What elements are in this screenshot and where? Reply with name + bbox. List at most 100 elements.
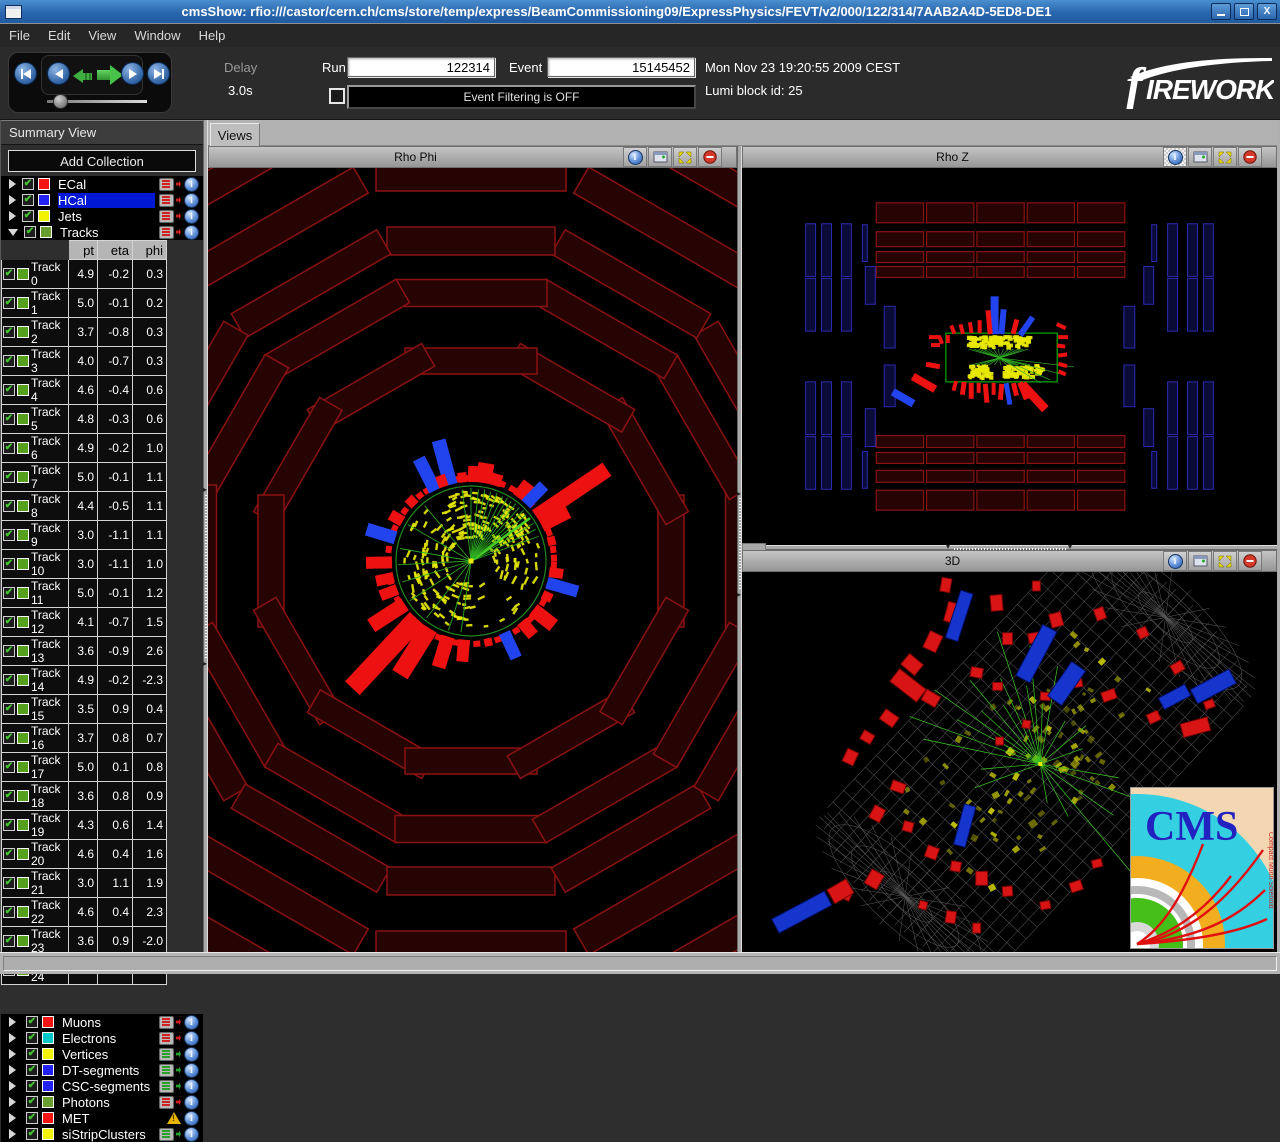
track-color-swatch[interactable] — [17, 674, 29, 686]
track-color-swatch[interactable] — [17, 906, 29, 918]
collection-label[interactable]: Muons — [62, 1015, 159, 1030]
filter-icon[interactable] — [159, 1032, 174, 1045]
collection-label[interactable]: Photons — [62, 1095, 159, 1110]
track-visibility-checkbox[interactable]: ✔ — [3, 442, 15, 454]
table-row[interactable]: ✔Track 133.6-0.92.6 — [2, 637, 167, 666]
visibility-checkbox[interactable]: ✔ — [26, 1096, 38, 1108]
table-row[interactable]: ✔Track 93.0-1.11.1 — [2, 521, 167, 550]
table-row[interactable]: ✔Track 64.9-0.21.0 — [2, 434, 167, 463]
view-info-button[interactable]: i — [1163, 147, 1187, 167]
collection-label[interactable]: ECal — [58, 177, 159, 192]
track-color-swatch[interactable] — [17, 587, 29, 599]
info-icon[interactable]: i — [184, 225, 199, 240]
track-visibility-checkbox[interactable]: ✔ — [3, 413, 15, 425]
table-row[interactable]: ✔Track 163.70.80.7 — [2, 724, 167, 753]
collection-label[interactable]: CSC-segments — [62, 1079, 159, 1094]
track-visibility-checkbox[interactable]: ✔ — [3, 761, 15, 773]
visibility-checkbox[interactable]: ✔ — [26, 1048, 38, 1060]
collection-row-electrons[interactable]: ✔Electronsi — [1, 1030, 203, 1046]
table-row[interactable]: ✔Track 34.0-0.70.3 — [2, 347, 167, 376]
view-close-button[interactable] — [1238, 147, 1262, 167]
collection-row-met[interactable]: ✔MET!i — [1, 1110, 203, 1126]
table-row[interactable]: ✔Track 04.9-0.20.3 — [2, 260, 167, 289]
info-icon[interactable]: i — [184, 193, 199, 208]
color-swatch[interactable] — [38, 194, 50, 206]
visibility-checkbox[interactable]: ✔ — [26, 1128, 38, 1140]
visibility-checkbox[interactable]: ✔ — [26, 1016, 38, 1028]
info-icon[interactable]: i — [184, 209, 199, 224]
color-swatch[interactable] — [42, 1096, 54, 1108]
view-undock-button[interactable] — [1188, 551, 1212, 571]
collection-row-ecal[interactable]: ✔ECali — [1, 176, 203, 192]
color-swatch[interactable] — [38, 210, 50, 222]
column-header-eta[interactable]: eta — [98, 241, 133, 260]
view-expand-button[interactable] — [1213, 551, 1237, 571]
table-row[interactable]: ✔Track 194.30.61.4 — [2, 811, 167, 840]
track-visibility-checkbox[interactable]: ✔ — [3, 790, 15, 802]
column-header-pt[interactable]: pt — [69, 241, 98, 260]
track-visibility-checkbox[interactable]: ✔ — [3, 326, 15, 338]
title-bar[interactable]: cmsShow: rfio:///castor/cern.ch/cms/stor… — [0, 0, 1280, 23]
track-visibility-checkbox[interactable]: ✔ — [3, 471, 15, 483]
table-row[interactable]: ✔Track 15.0-0.10.2 — [2, 289, 167, 318]
collection-label[interactable]: HCal — [58, 193, 155, 208]
track-visibility-checkbox[interactable]: ✔ — [3, 703, 15, 715]
color-swatch[interactable] — [42, 1112, 54, 1124]
visibility-checkbox[interactable]: ✔ — [22, 194, 34, 206]
track-visibility-checkbox[interactable]: ✔ — [3, 674, 15, 686]
visibility-checkbox[interactable]: ✔ — [22, 210, 34, 222]
collection-label[interactable]: Tracks — [60, 225, 159, 240]
collection-row-tracks[interactable]: ✔Tracksi — [1, 224, 203, 240]
menu-window[interactable]: Window — [125, 28, 189, 43]
expand-arrow-icon[interactable] — [9, 195, 16, 205]
info-icon[interactable]: i — [184, 1031, 199, 1046]
table-row[interactable]: ✔Track 23.7-0.80.3 — [2, 318, 167, 347]
step-back-arrow-icon[interactable] — [73, 69, 92, 83]
collection-row-photons[interactable]: ✔Photonsi — [1, 1094, 203, 1110]
menu-view[interactable]: View — [79, 28, 125, 43]
color-swatch[interactable] — [42, 1080, 54, 1092]
track-color-swatch[interactable] — [17, 442, 29, 454]
collection-row-hcal[interactable]: ✔ HCal i — [1, 192, 203, 208]
collection-label[interactable]: Electrons — [62, 1031, 159, 1046]
expand-arrow-icon[interactable] — [9, 1081, 16, 1091]
track-color-swatch[interactable] — [17, 877, 29, 889]
track-color-swatch[interactable] — [17, 645, 29, 657]
track-color-swatch[interactable] — [17, 471, 29, 483]
track-visibility-checkbox[interactable]: ✔ — [3, 268, 15, 280]
collection-row-muons[interactable]: ✔Muonsi — [1, 1014, 203, 1030]
color-swatch[interactable] — [40, 226, 52, 238]
add-collection-button[interactable]: Add Collection — [8, 150, 196, 172]
event-filter-checkbox[interactable] — [329, 88, 345, 104]
track-visibility-checkbox[interactable]: ✔ — [3, 732, 15, 744]
track-visibility-checkbox[interactable]: ✔ — [3, 297, 15, 309]
filter-icon[interactable] — [159, 194, 174, 207]
maximize-button[interactable] — [1234, 3, 1254, 20]
info-icon[interactable]: i — [184, 1047, 199, 1062]
track-visibility-checkbox[interactable]: ✔ — [3, 355, 15, 367]
color-swatch[interactable] — [42, 1016, 54, 1028]
collection-row-vertices[interactable]: ✔Verticesi — [1, 1046, 203, 1062]
close-button[interactable]: X — [1257, 3, 1277, 20]
menu-file[interactable]: File — [0, 28, 39, 43]
info-icon[interactable]: i — [184, 1127, 199, 1142]
track-visibility-checkbox[interactable]: ✔ — [3, 877, 15, 889]
info-icon[interactable]: i — [184, 1063, 199, 1078]
track-color-swatch[interactable] — [17, 761, 29, 773]
track-visibility-checkbox[interactable]: ✔ — [3, 500, 15, 512]
track-visibility-checkbox[interactable]: ✔ — [3, 935, 15, 947]
filter-icon[interactable] — [159, 226, 174, 239]
track-color-swatch[interactable] — [17, 268, 29, 280]
collection-row-dt-segments[interactable]: ✔DT-segmentsi — [1, 1062, 203, 1078]
track-color-swatch[interactable] — [17, 413, 29, 425]
view-info-button[interactable]: i — [1163, 551, 1187, 571]
view-undock-button[interactable] — [648, 147, 672, 167]
expand-arrow-icon[interactable] — [9, 1065, 16, 1075]
track-color-swatch[interactable] — [17, 732, 29, 744]
minimize-button[interactable] — [1211, 3, 1231, 20]
view-undock-button[interactable] — [1188, 147, 1212, 167]
track-visibility-checkbox[interactable]: ✔ — [3, 384, 15, 396]
table-row[interactable]: ✔Track 144.9-0.2-2.3 — [2, 666, 167, 695]
expand-arrow-icon[interactable] — [9, 1097, 16, 1107]
color-swatch[interactable] — [42, 1032, 54, 1044]
